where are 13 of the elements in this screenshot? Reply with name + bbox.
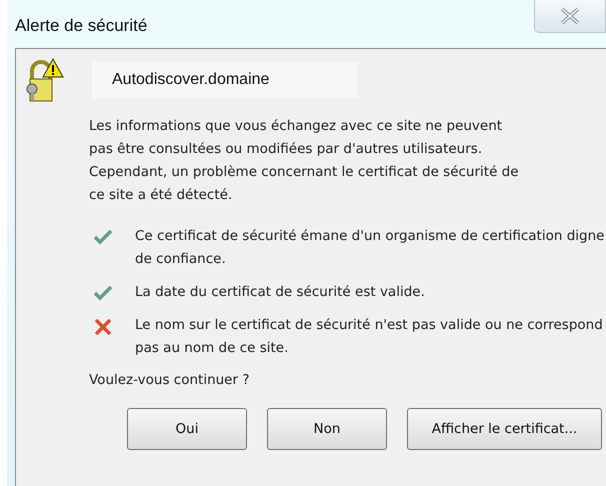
dialog-button[interactable]: Non	[267, 408, 387, 450]
padlock-warning-icon	[26, 57, 64, 103]
check-text: La date du certificat de sécurité est valide.	[135, 283, 426, 302]
question-text: Voulez-vous continuer ?	[89, 372, 250, 388]
close-button[interactable]	[534, 0, 606, 33]
dialog-button[interactable]: Oui	[127, 408, 247, 450]
check-text: Ce certificat de sécurité émane d'un organisme de certification digne de confiance.	[135, 227, 605, 269]
host-name: Autodiscover.domaine	[92, 62, 358, 98]
close-icon	[559, 7, 581, 25]
window-title: Alerte de sécurité	[15, 16, 148, 36]
check-text: Le nom sur le certificat de sécurité n'est pas valide ou ne correspond pas au nom de ce site.	[135, 316, 604, 358]
message-text: Les informations que vous échangez avec ce site ne peuvent pas être consultées ou modifiées par d'autres utilisateurs. Cependant, un problème concernant le certificat de sécurité de ce site a été détecté.	[89, 117, 520, 205]
dialog-button[interactable]: Afficher le certificat...	[407, 408, 602, 450]
